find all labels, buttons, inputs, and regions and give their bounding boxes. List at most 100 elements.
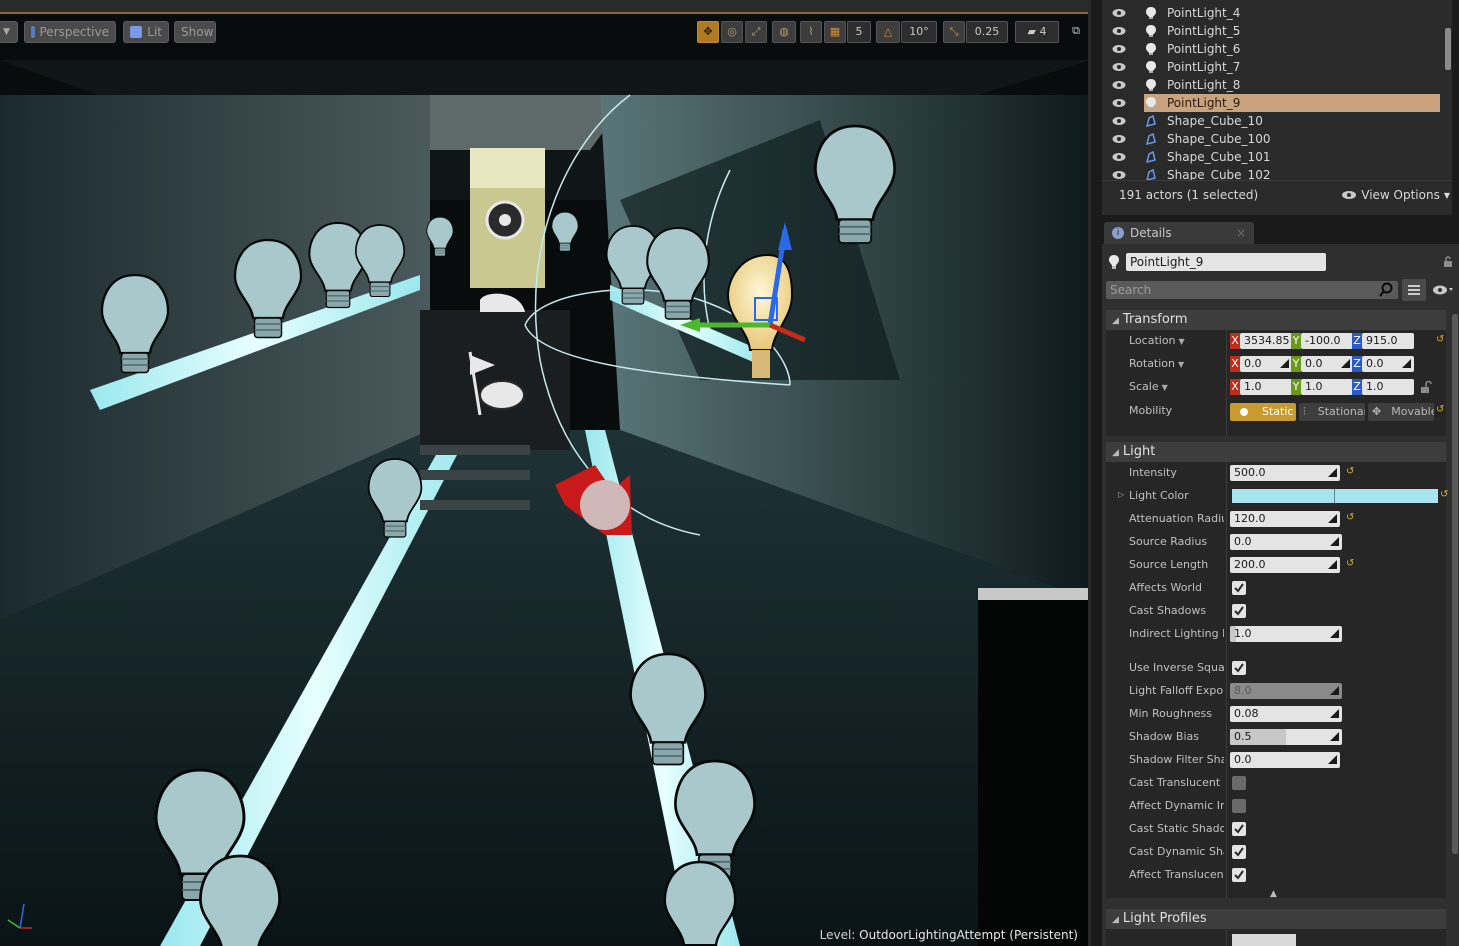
mobility-static-button[interactable]: Static (1230, 403, 1296, 421)
visibility-eye-icon[interactable] (1112, 116, 1126, 126)
rotation-y-field[interactable]: 0.0 (1301, 356, 1353, 372)
details-search-input[interactable] (1106, 281, 1398, 299)
viewport-options-button[interactable]: ▼ (0, 21, 18, 43)
cast-shadows-checkbox[interactable] (1232, 604, 1246, 618)
view-options-button[interactable]: View Options ▼ (1341, 188, 1450, 202)
transform-section-header[interactable]: ◢ Transform (1106, 310, 1446, 330)
unlock-icon[interactable] (1420, 381, 1432, 393)
visibility-eye-icon[interactable] (1112, 26, 1126, 36)
reset-to-default-icon[interactable]: ↺ (1436, 335, 1444, 345)
source-radius-field[interactable]: 0.0 (1230, 534, 1342, 550)
cast-translucent-checkbox[interactable] (1232, 776, 1246, 790)
rotation-x-field[interactable]: 0.0 (1240, 356, 1292, 372)
surface-snap-button[interactable]: ⌇ (800, 21, 822, 43)
drag-arrow-icon (1328, 468, 1337, 477)
outliner-scrollbar[interactable] (1444, 4, 1452, 180)
visibility-eye-icon[interactable] (1112, 44, 1126, 54)
view-mode-button[interactable]: Lit (123, 21, 169, 43)
rotation-snap-value[interactable]: 10° (901, 21, 937, 43)
scale-snap-toggle[interactable]: ⤡ (943, 21, 965, 43)
shadow-filter-field[interactable]: 0.0 (1230, 752, 1340, 768)
scale-snap-value[interactable]: 0.25 (966, 21, 1008, 43)
cast-dynamic-checkbox[interactable] (1232, 845, 1246, 859)
source-length-field[interactable]: 200.0 (1230, 557, 1340, 573)
outliner-list[interactable]: PointLight_4 PointLight_5 PointLight_6 Poin… (1102, 4, 1442, 180)
location-x-field[interactable]: 3534.85 (1240, 333, 1292, 349)
min-roughness-field[interactable]: 0.08 (1230, 706, 1342, 722)
location-y-field[interactable]: -100.0 (1301, 333, 1353, 349)
visibility-eye-icon[interactable] (1112, 98, 1126, 108)
scroll-thumb[interactable] (1445, 28, 1451, 70)
mobility-movable-button[interactable]: ✥ Movable (1368, 403, 1434, 421)
intensity-field[interactable]: 500.0 (1230, 465, 1340, 481)
scale-y-field[interactable]: 1.0 (1301, 379, 1353, 395)
shadow-bias-field[interactable]: 0.5 (1230, 729, 1342, 745)
outliner-row[interactable]: Shape_Cube_100 (1102, 130, 1442, 148)
rotation-snap-toggle[interactable]: △ (876, 21, 900, 43)
outliner-row[interactable]: PointLight_6 (1102, 40, 1442, 58)
scale-z-field[interactable]: 1.0 (1362, 379, 1414, 395)
outliner-row[interactable]: PointLight_9 (1102, 94, 1442, 112)
column-divider[interactable] (1226, 929, 1227, 946)
light-profiles-section-header[interactable]: ◢ Light Profiles (1106, 909, 1446, 929)
outliner-row[interactable]: PointLight_8 (1102, 76, 1442, 94)
light-section-header[interactable]: ◢ Light (1106, 442, 1446, 462)
tab-details[interactable]: i Details × (1104, 222, 1254, 244)
visibility-eye-icon[interactable] (1112, 62, 1126, 72)
outliner-row[interactable]: Shape_Cube_102 (1102, 166, 1442, 180)
visibility-eye-icon[interactable] (1112, 134, 1126, 144)
coordinate-system-button[interactable]: ◍ (772, 21, 796, 43)
grid-snap-value[interactable]: 5 (847, 21, 871, 43)
details-scrollbar[interactable] (1452, 314, 1458, 854)
ies-texture-thumbnail[interactable] (1232, 934, 1296, 946)
viewport-scene[interactable] (0, 0, 1091, 946)
outliner-row[interactable]: Shape_Cube_101 (1102, 148, 1442, 166)
rotation-label[interactable]: Rotation ▼ (1129, 357, 1224, 370)
mobility-stationary-button[interactable]: ⫶ Stationary (1299, 403, 1365, 421)
outliner-row[interactable]: PointLight_4 (1102, 4, 1442, 22)
indirect-lighting-field[interactable]: 1.0 (1230, 626, 1342, 642)
outliner-row[interactable]: Shape_Cube_10 (1102, 112, 1442, 130)
visibility-eye-icon[interactable] (1112, 8, 1126, 18)
level-viewport[interactable]: ▼ Perspective Lit Show ✥ ◎ ⤢ ◍ ⌇ ▦ 5 △ 1… (0, 0, 1091, 946)
cast-static-checkbox[interactable] (1232, 822, 1246, 836)
location-z-field[interactable]: 915.0 (1362, 333, 1414, 349)
property-matrix-button[interactable] (1402, 279, 1426, 301)
rotate-tool-button[interactable]: ◎ (721, 21, 743, 43)
reset-to-default-icon[interactable]: ↺ (1346, 559, 1354, 569)
scale-label[interactable]: Scale ▼ (1129, 380, 1224, 393)
attenuation-radius-field[interactable]: 120.0 (1230, 511, 1340, 527)
maximize-viewport-button[interactable]: ⧉ (1066, 21, 1086, 43)
outliner-row[interactable]: PointLight_5 (1102, 22, 1442, 40)
affect-dynamic-checkbox[interactable] (1232, 799, 1246, 813)
camera-speed-button[interactable]: ▰ 4 (1015, 21, 1059, 43)
scale-x-field[interactable]: 1.0 (1240, 379, 1292, 395)
visibility-eye-icon[interactable] (1112, 170, 1126, 180)
light-color-swatch[interactable] (1232, 489, 1438, 503)
search-icon[interactable] (1378, 282, 1394, 298)
visibility-eye-icon[interactable] (1112, 80, 1126, 90)
light-falloff-field[interactable]: 8.0 (1230, 683, 1342, 699)
close-tab-icon[interactable]: × (1236, 226, 1246, 240)
lock-icon[interactable] (1442, 256, 1454, 268)
reset-to-default-icon[interactable]: ↺ (1346, 513, 1354, 523)
advanced-collapse-arrow-icon[interactable]: ▲ (1270, 889, 1277, 899)
grid-snap-toggle[interactable]: ▦ (824, 21, 846, 43)
visibility-eye-icon[interactable] (1112, 152, 1126, 162)
outliner-row[interactable]: PointLight_7 (1102, 58, 1442, 76)
reset-to-default-icon[interactable]: ↺ (1440, 490, 1448, 500)
location-label[interactable]: Location ▼ (1129, 334, 1224, 347)
expand-arrow-icon[interactable]: ▷ (1118, 490, 1124, 499)
affects-world-checkbox[interactable] (1232, 581, 1246, 595)
scale-tool-button[interactable]: ⤢ (745, 21, 767, 43)
reset-to-default-icon[interactable]: ↺ (1436, 405, 1444, 415)
rotation-z-field[interactable]: 0.0 (1362, 356, 1414, 372)
affect-translucent-checkbox[interactable] (1232, 868, 1246, 882)
visibility-filter-icon[interactable] (1432, 284, 1454, 296)
translate-tool-button[interactable]: ✥ (697, 21, 719, 43)
reset-to-default-icon[interactable]: ↺ (1346, 467, 1354, 477)
actor-name-input[interactable]: PointLight_9 (1126, 253, 1326, 271)
show-flags-button[interactable]: Show (174, 21, 216, 43)
use-inverse-squared-checkbox[interactable] (1232, 661, 1246, 675)
perspective-button[interactable]: Perspective (24, 21, 116, 43)
